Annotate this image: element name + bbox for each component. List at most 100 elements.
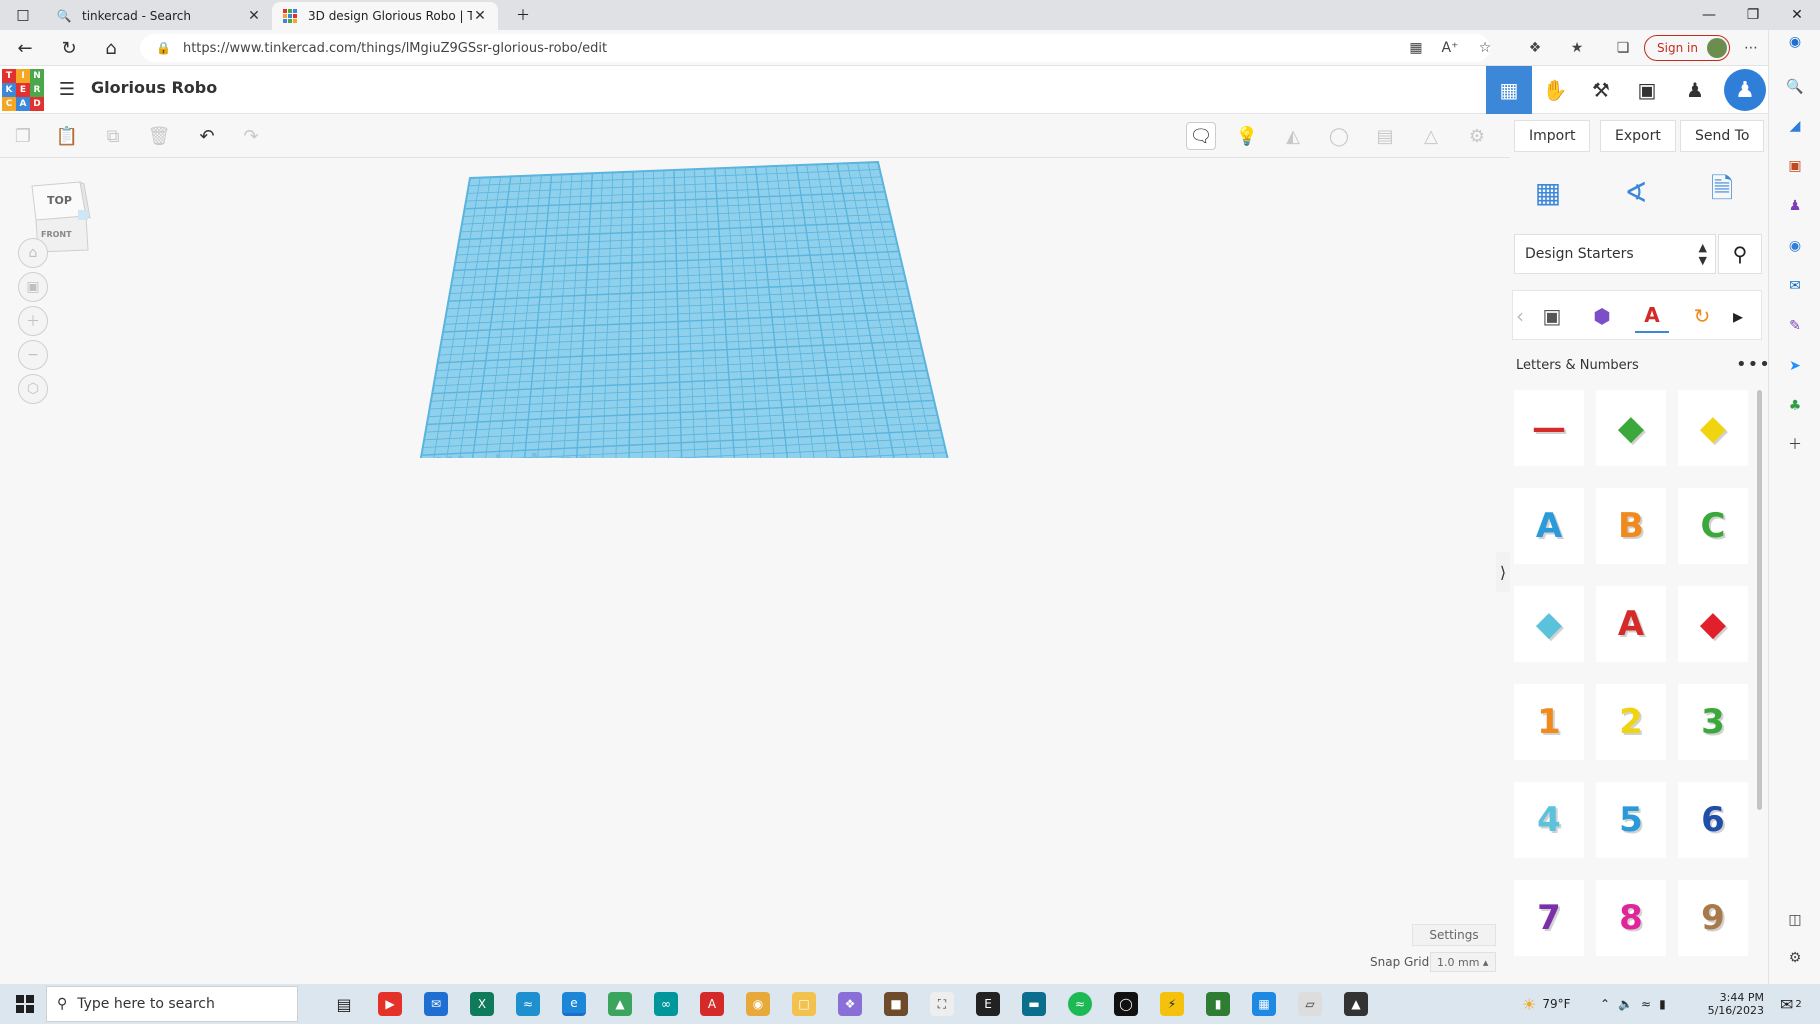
pickaxe-icon[interactable]: ⚒ xyxy=(1578,66,1624,114)
mirror-icon[interactable]: △ xyxy=(1416,122,1446,150)
grid-view-icon[interactable]: ▦ xyxy=(1526,170,1570,214)
spotify-icon[interactable]: ≈ xyxy=(1068,992,1092,1016)
blocks-hand-icon[interactable]: ✋ xyxy=(1532,66,1578,114)
design-list-icon[interactable]: ☰ xyxy=(56,78,78,100)
align-icon[interactable]: ▤ xyxy=(1370,122,1400,150)
polygon-shape-icon[interactable]: ⬢ xyxy=(1585,299,1619,333)
tools-briefcase-icon[interactable]: ▣ xyxy=(1783,154,1807,178)
app-blue-icon[interactable]: ≈ xyxy=(516,992,540,1016)
close-icon[interactable]: ✕ xyxy=(246,8,262,24)
import-button[interactable]: Import xyxy=(1514,120,1591,152)
app-green-icon[interactable]: ▲ xyxy=(608,992,632,1016)
restore-icon[interactable]: ❐ xyxy=(1730,0,1776,30)
lightning-icon[interactable]: ⚡ xyxy=(1160,992,1184,1016)
trash-icon[interactable]: 🗑 xyxy=(144,122,174,150)
shape-text-line[interactable]: — xyxy=(1514,390,1584,466)
shape-lightblue-4[interactable]: 4 xyxy=(1514,782,1584,858)
search-icon[interactable]: ⚲ xyxy=(1718,234,1762,274)
shape-red-A[interactable]: A xyxy=(1596,586,1666,662)
minecraft-icon[interactable]: ■ xyxy=(884,992,908,1016)
settings-gear-icon[interactable]: ⚙ xyxy=(1783,946,1807,970)
shape-yellow-2[interactable]: 2 xyxy=(1596,684,1666,760)
app-gray-icon[interactable]: ▱ xyxy=(1298,992,1322,1016)
shape-red-1[interactable]: ◆ xyxy=(1678,586,1748,662)
arduino-icon[interactable]: ∞ xyxy=(654,992,678,1016)
app-meter-icon[interactable]: ▮ xyxy=(1206,992,1230,1016)
lightbulb-icon[interactable]: 💡 xyxy=(1232,122,1262,150)
app-shield-icon[interactable]: ⛶ xyxy=(930,992,954,1016)
app-purple-icon[interactable]: ❖ xyxy=(838,992,862,1016)
shape-navy-6[interactable]: 6 xyxy=(1678,782,1748,858)
minimize-icon[interactable]: — xyxy=(1686,0,1732,30)
sign-in-button[interactable]: Sign in xyxy=(1644,35,1730,61)
tab-tinkercad[interactable]: 3D design Glorious Robo | Tinker ✕ xyxy=(272,2,498,30)
gamepass-icon[interactable]: X xyxy=(470,992,494,1016)
extensions-icon[interactable]: ❖ xyxy=(1522,36,1548,60)
favorites-icon[interactable]: ★ xyxy=(1564,36,1590,60)
tab-search[interactable]: 🔍 tinkercad - Search ✕ xyxy=(46,2,272,30)
close-window-icon[interactable]: ✕ xyxy=(1774,0,1820,30)
shape-icon[interactable]: ◭ xyxy=(1278,122,1308,150)
ruler-icon[interactable]: ∢ xyxy=(1614,170,1658,214)
bing-icon[interactable]: ◉ xyxy=(1783,30,1807,54)
chevron-left-icon[interactable]: ‹ xyxy=(1513,299,1527,333)
collections-icon[interactable]: ❏ xyxy=(1610,36,1636,60)
file-explorer-icon[interactable]: □ xyxy=(792,992,816,1016)
shape-lightblue-1[interactable]: ◆ xyxy=(1514,586,1584,662)
hide-sidebar-icon[interactable]: ◫ xyxy=(1783,908,1807,932)
workplane-canvas[interactable]: TOP FRONT ⌂ ▣ ＋ − ⬡ Workplane ⟩ Settings… xyxy=(0,158,1510,984)
3d-view-grid-icon[interactable]: ▦ xyxy=(1486,66,1532,114)
games-icon[interactable]: ♟ xyxy=(1783,194,1807,218)
workplane-grid[interactable]: Workplane xyxy=(0,158,1000,458)
app-black-icon[interactable]: ◯ xyxy=(1114,992,1138,1016)
shape-green-3[interactable]: 3 xyxy=(1678,684,1748,760)
weather-widget[interactable]: ☀ 79°F xyxy=(1522,984,1571,1024)
shape-purple-7[interactable]: 7 xyxy=(1514,880,1584,956)
notifications-button[interactable]: ✉ 2 xyxy=(1780,984,1802,1024)
shape-green-1[interactable]: ◆ xyxy=(1596,390,1666,466)
send-icon[interactable]: ➤ xyxy=(1783,354,1807,378)
connectors-category-icon[interactable]: ↻ xyxy=(1685,299,1719,333)
library-select[interactable]: Design Starters ▲ ▼ xyxy=(1514,234,1716,274)
shopping-tag-icon[interactable]: ◢ xyxy=(1783,114,1807,138)
tab-actions-icon[interactable]: □ xyxy=(0,0,46,30)
shape-brown-9[interactable]: 9 xyxy=(1678,880,1748,956)
add-sidebar-icon[interactable]: ＋ xyxy=(1783,432,1807,456)
briefcase-icon[interactable]: ▣ xyxy=(1624,66,1670,114)
panel-scrollbar[interactable] xyxy=(1757,390,1762,810)
snap-grid-select[interactable]: 1.0 mm ▴ xyxy=(1430,952,1496,972)
read-aloud-icon[interactable]: A⁺ xyxy=(1437,36,1463,60)
office-icon[interactable]: ◉ xyxy=(1783,234,1807,258)
undo-icon[interactable]: ↶ xyxy=(192,122,222,150)
back-icon[interactable]: ← xyxy=(10,34,40,62)
designer-icon[interactable]: ✎ xyxy=(1783,314,1807,338)
address-bar[interactable]: 🔒 https://www.tinkercad.com/things/lMgiu… xyxy=(140,34,1490,62)
favorite-star-icon[interactable]: ☆ xyxy=(1472,36,1498,60)
shape-magenta-8[interactable]: 8 xyxy=(1596,880,1666,956)
search-sidebar-icon[interactable]: 🔍 xyxy=(1783,75,1807,99)
chrome-icon[interactable]: ◉ xyxy=(746,992,770,1016)
duplicate-icon[interactable]: ⧉ xyxy=(98,122,128,150)
redo-icon[interactable]: ↷ xyxy=(236,122,266,150)
new-tab-icon[interactable]: ＋ xyxy=(500,0,546,30)
notes-icon[interactable]: 🗨 xyxy=(1186,122,1216,150)
clock[interactable]: 3:44 PM 5/16/2023 xyxy=(1708,984,1764,1024)
copy-icon[interactable]: ❐ xyxy=(8,122,38,150)
task-view-icon[interactable]: ▤ xyxy=(332,992,356,1016)
notes-panel-icon[interactable]: 🗎 xyxy=(1700,170,1744,214)
settings-button[interactable]: Settings xyxy=(1412,924,1496,946)
shape-yellow-1[interactable]: ◆ xyxy=(1678,390,1748,466)
taskbar-search-input[interactable]: ⚲ Type here to search xyxy=(46,986,298,1022)
tree-icon[interactable]: ♣ xyxy=(1783,394,1807,418)
app-teal-icon[interactable]: ▬ xyxy=(1022,992,1046,1016)
close-icon[interactable]: ✕ xyxy=(472,8,488,24)
basic-shapes-icon[interactable]: ▣ xyxy=(1535,299,1569,333)
mail-icon[interactable]: ✉ xyxy=(424,992,448,1016)
send-to-button[interactable]: Send To xyxy=(1680,120,1765,152)
refresh-icon[interactable]: ↻ xyxy=(54,34,84,62)
paste-icon[interactable]: 📋 xyxy=(52,122,82,150)
tinkercad-logo[interactable]: T I N K E R C A D xyxy=(2,69,44,111)
edge-browser-icon[interactable]: e xyxy=(562,992,586,1016)
epic-games-icon[interactable]: E xyxy=(976,992,1000,1016)
outlook-icon[interactable]: ✉ xyxy=(1783,274,1807,298)
